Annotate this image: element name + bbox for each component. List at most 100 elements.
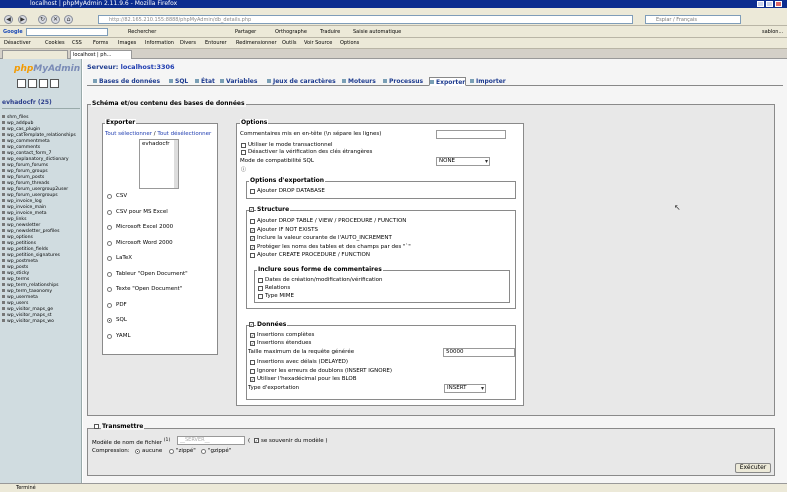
filename-template-input[interactable]: __SERVER__ [177, 436, 245, 445]
option-checkbox[interactable] [258, 286, 263, 291]
structure-checkbox[interactable]: ✓ [249, 207, 254, 212]
back-icon[interactable]: ◀ [4, 15, 13, 24]
dev-view-source[interactable]: Voir Source [304, 38, 332, 49]
list-scrollbar[interactable] [174, 140, 178, 188]
deselect-all-link[interactable]: Tout désélectionner [157, 131, 211, 137]
max-query-input[interactable]: 50000 [443, 348, 515, 357]
compression-gzip-label: "gzippé" [208, 448, 232, 454]
google-logo: Google [3, 29, 23, 35]
transmit-checkbox[interactable] [94, 424, 99, 429]
translate-button[interactable]: Traduire [320, 26, 340, 38]
compression-none-radio[interactable] [135, 449, 140, 454]
option-checkbox[interactable]: ✓ [250, 236, 255, 241]
dev-images[interactable]: Images [118, 38, 136, 49]
share-button[interactable]: Partager [235, 26, 256, 38]
home-icon[interactable] [17, 79, 26, 88]
compression-gzip-radio[interactable] [201, 449, 206, 454]
format-radio[interactable] [107, 318, 112, 323]
execute-button[interactable]: Exécuter [735, 463, 771, 473]
dev-outline[interactable]: Entourer [205, 38, 227, 49]
dev-disable[interactable]: Désactiver [4, 38, 31, 49]
browser-search-box[interactable]: Espiar / Français [645, 15, 741, 24]
tab-variables[interactable]: Variables [220, 77, 257, 86]
close-button[interactable] [775, 1, 782, 7]
help-icon[interactable] [50, 79, 59, 88]
drop-database-checkbox[interactable] [250, 189, 255, 194]
option-checkbox[interactable]: ✓ [250, 244, 255, 250]
maximize-button[interactable] [766, 1, 773, 7]
compat-mode-select[interactable]: NONE [436, 157, 490, 166]
sidebar-table-item[interactable]: wp_visitor_maps_wo [2, 319, 82, 325]
export-type-select[interactable]: INSERT [444, 384, 486, 393]
remember-template-checkbox[interactable]: ✓ [254, 438, 259, 443]
option-checkbox[interactable]: ✓ [250, 333, 255, 338]
dev-options[interactable]: Options [340, 38, 359, 49]
option-checkbox[interactable] [250, 368, 255, 374]
tab-export[interactable]: Exporter [429, 77, 467, 86]
stop-icon[interactable]: ✕ [51, 15, 60, 24]
option-checkbox[interactable] [250, 360, 255, 365]
tab-import[interactable]: Importer [470, 77, 506, 86]
format-radio[interactable] [107, 225, 112, 230]
dev-cookies[interactable]: Cookies [45, 38, 65, 49]
option-checkbox[interactable]: ✓ [250, 227, 255, 233]
tab-processes[interactable]: Processus [383, 77, 423, 86]
dev-forms[interactable]: Forms [93, 38, 108, 49]
option-checkbox[interactable]: ✓ [250, 377, 255, 382]
disable-fk-checkbox[interactable] [241, 150, 246, 155]
dev-information[interactable]: Information [145, 38, 174, 49]
home-icon[interactable]: ⌂ [64, 15, 73, 24]
format-radio[interactable] [107, 302, 112, 308]
forward-icon[interactable]: ▶ [18, 15, 27, 24]
autofill-button[interactable]: Saisie automatique [353, 26, 401, 38]
option-checkbox[interactable] [258, 278, 263, 283]
minimize-button[interactable] [757, 1, 764, 7]
option-checkbox[interactable] [258, 294, 263, 299]
dev-css[interactable]: CSS [72, 38, 82, 49]
query-window-icon[interactable] [28, 79, 37, 88]
url-bar[interactable]: http://82.165.210.155:8888/phpMyAdmin/db… [98, 15, 633, 24]
docs-icon[interactable] [39, 79, 48, 88]
server-name[interactable]: localhost:3306 [121, 63, 175, 71]
help-icon[interactable]: ⓘ [241, 166, 246, 173]
database-option[interactable]: evhadocfr [142, 141, 170, 147]
tab-engines[interactable]: Moteurs [342, 77, 376, 86]
user-label[interactable]: sablon... [762, 26, 783, 38]
database-select-list[interactable]: evhadocfr [139, 139, 179, 189]
option-checkbox[interactable] [250, 253, 255, 258]
transactional-checkbox[interactable] [241, 143, 246, 148]
format-radio[interactable] [107, 240, 112, 246]
format-radio[interactable] [107, 333, 112, 339]
tab-charsets[interactable]: Jeux de caractères [267, 77, 336, 86]
option-label: Protéger les noms des tables et des cham… [257, 243, 411, 250]
compression-none-label: aucune [142, 448, 163, 454]
format-radio[interactable] [107, 271, 112, 277]
header-comments-input[interactable] [436, 130, 506, 139]
option-checkbox[interactable]: ✓ [250, 341, 255, 346]
tab-blank[interactable] [2, 50, 68, 59]
format-radio[interactable] [107, 194, 112, 199]
tab-databases[interactable]: Bases de données [93, 77, 160, 86]
phpmyadmin-logo[interactable]: phpMyAdmin [14, 64, 80, 74]
google-search-button[interactable]: Rechercher [128, 26, 156, 38]
format-label: Microsoft Excel 2000 [116, 224, 174, 230]
table-list: shm_files wp_addpub wp_cas_plugin wp_catTem… [2, 115, 82, 325]
dev-misc[interactable]: Divers [180, 38, 196, 49]
format-radio[interactable] [107, 256, 112, 261]
spellcheck-button[interactable]: Orthographe [275, 26, 307, 38]
option-checkbox[interactable] [250, 219, 255, 224]
database-name[interactable]: evhadocfr (25) [2, 99, 52, 106]
tab-sql[interactable]: SQL [169, 77, 188, 86]
tab-localhost[interactable]: localhost | ph... [70, 50, 132, 59]
dev-resize[interactable]: Redimensionner [236, 38, 277, 49]
reload-icon[interactable]: ↻ [38, 15, 47, 24]
format-radio[interactable] [107, 209, 112, 215]
format-radio[interactable] [107, 287, 112, 292]
data-checkbox[interactable]: ✓ [249, 322, 254, 327]
compression-zip-radio[interactable] [169, 449, 174, 454]
tab-status[interactable]: État [195, 77, 215, 86]
dev-tools[interactable]: Outils [282, 38, 296, 49]
google-search-input[interactable] [26, 28, 108, 36]
export-options-legend: Options d'exportation [249, 177, 326, 184]
select-all-link[interactable]: Tout sélectionner [105, 131, 152, 137]
